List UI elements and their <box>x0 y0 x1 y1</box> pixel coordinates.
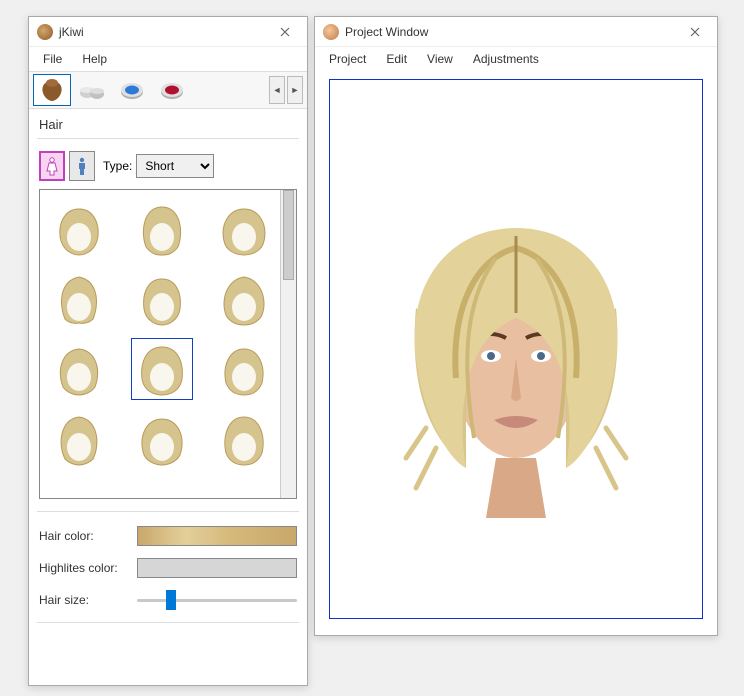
hair-icon <box>37 77 67 103</box>
male-icon <box>75 156 89 176</box>
tab-hair[interactable] <box>33 74 71 106</box>
menu-project[interactable]: Project <box>321 50 374 68</box>
close-icon <box>280 27 290 37</box>
hair-size-slider[interactable] <box>137 590 297 610</box>
type-select[interactable]: Short <box>136 154 214 178</box>
hair-thumb-icon <box>134 201 190 257</box>
hair-size-label: Hair size: <box>39 593 129 607</box>
hairstyle-thumb[interactable] <box>131 408 193 470</box>
hair-color-row: Hair color: <box>29 520 307 552</box>
slider-thumb[interactable] <box>166 590 176 610</box>
hair-color-swatch[interactable] <box>137 526 297 546</box>
hair-size-row: Hair size: <box>29 584 307 616</box>
titlebar: jKiwi <box>29 17 307 47</box>
hair-thumb-icon <box>134 411 190 467</box>
highlights-color-swatch[interactable] <box>137 558 297 578</box>
project-window: Project Window Project Edit View Adjustm… <box>314 16 718 636</box>
jar-icon <box>78 79 106 101</box>
gender-male-button[interactable] <box>69 151 95 181</box>
divider <box>37 138 299 139</box>
hair-thumb-icon <box>51 341 107 397</box>
hairstyle-thumb[interactable] <box>213 198 275 260</box>
tab-eyeshadow[interactable] <box>113 74 151 106</box>
hair-thumb-icon <box>134 271 190 327</box>
hairstyle-thumb[interactable] <box>131 198 193 260</box>
tab-lipstick[interactable] <box>153 74 191 106</box>
menu-view[interactable]: View <box>419 50 461 68</box>
highlights-label: Highlites color: <box>39 561 129 575</box>
tools-window: jKiwi File Help <box>28 16 308 686</box>
tab-scroll-left[interactable]: ◄ <box>269 76 285 104</box>
hair-color-label: Hair color: <box>39 529 129 543</box>
menu-help[interactable]: Help <box>74 50 115 68</box>
model-preview <box>356 158 676 541</box>
tab-scroll-right[interactable]: ► <box>287 76 303 104</box>
hair-thumb-icon <box>134 341 190 397</box>
menubar: Project Edit View Adjustments <box>315 47 717 71</box>
hairstyle-thumb[interactable] <box>48 198 110 260</box>
hairstyle-thumb[interactable] <box>213 408 275 470</box>
hair-thumb-icon <box>216 271 272 327</box>
preview-canvas[interactable] <box>329 79 703 619</box>
hairstyle-thumb[interactable] <box>48 408 110 470</box>
compact-red-icon <box>159 79 185 101</box>
hairstyle-thumb[interactable] <box>131 268 193 330</box>
hair-thumb-icon <box>216 411 272 467</box>
window-title: jKiwi <box>59 25 271 39</box>
hairstyle-thumb[interactable] <box>213 338 275 400</box>
window-title: Project Window <box>345 25 681 39</box>
tab-accessory[interactable] <box>73 74 111 106</box>
highlights-row: Highlites color: <box>29 552 307 584</box>
section-label: Hair <box>29 109 307 138</box>
hairstyle-thumb[interactable] <box>48 268 110 330</box>
titlebar: Project Window <box>315 17 717 47</box>
close-button[interactable] <box>271 18 299 46</box>
hair-thumb-icon <box>216 341 272 397</box>
close-button[interactable] <box>681 18 709 46</box>
hairstyle-grid-panel <box>39 189 297 499</box>
hairstyle-thumb[interactable] <box>48 338 110 400</box>
hair-thumb-icon <box>51 201 107 257</box>
female-icon <box>45 156 59 176</box>
grid-scrollbar[interactable] <box>280 190 296 498</box>
close-icon <box>690 27 700 37</box>
menu-file[interactable]: File <box>35 50 70 68</box>
scrollbar-thumb[interactable] <box>283 190 294 280</box>
app-icon <box>323 24 339 40</box>
divider <box>37 511 299 512</box>
gender-type-row: Type: Short <box>29 147 307 189</box>
type-label: Type: <box>103 159 132 173</box>
divider <box>37 622 299 623</box>
hairstyle-thumb[interactable] <box>213 268 275 330</box>
hair-thumb-icon <box>51 411 107 467</box>
compact-blue-icon <box>119 79 145 101</box>
hairstyle-thumb[interactable] <box>131 338 193 400</box>
menu-edit[interactable]: Edit <box>378 50 415 68</box>
menubar: File Help <box>29 47 307 71</box>
gender-female-button[interactable] <box>39 151 65 181</box>
app-icon <box>37 24 53 40</box>
category-tabstrip: ◄ ► <box>29 71 307 109</box>
hair-thumb-icon <box>216 201 272 257</box>
slider-track <box>137 599 297 602</box>
menu-adjustments[interactable]: Adjustments <box>465 50 547 68</box>
hair-thumb-icon <box>51 271 107 327</box>
